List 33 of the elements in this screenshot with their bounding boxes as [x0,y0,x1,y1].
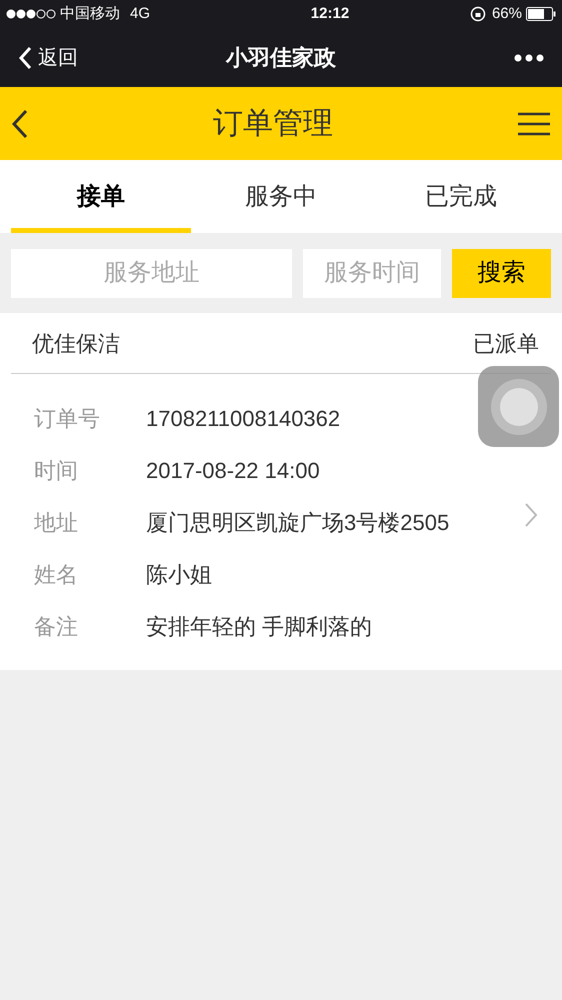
order-card[interactable]: 优佳保洁 已派单 订单号 1708211008140362 时间 2017-08-22 14:00 地址 厦门思明区凯旋广场3号楼2505 姓名 陈小姐 备注 安排年轻的 手脚利落的 [0,313,562,670]
order-status: 已派单 [473,330,539,358]
status-time: 12:12 [310,4,350,24]
back-button[interactable]: 返回 [18,42,118,72]
service-name: 优佳保洁 [32,330,120,358]
chevron-right-icon [524,502,538,528]
order-tab[interactable]: 已完成 [371,160,551,233]
battery-icon [526,7,556,21]
time-field[interactable]: 服务时间 [303,248,441,298]
field-label: 订单号 [34,404,101,432]
field-value: 厦门思明区凯旋广场3号楼2505 [146,508,450,536]
field-label: 备注 [34,612,79,640]
menu-icon[interactable] [518,112,550,136]
field-label: 地址 [34,508,79,536]
search-button[interactable]: 搜索 [452,248,551,298]
page-title: 订单管理 [212,106,334,142]
field-value: 1708211008140362 [146,404,340,432]
app-title: 小羽佳家政 [226,44,336,72]
carrier-name: 中国移动 [60,4,120,24]
order-tab[interactable]: 接单 [11,160,191,233]
network-type: 4G [130,4,150,24]
address-field[interactable]: 服务地址 [11,248,292,298]
rotation-lock-icon [470,6,486,22]
field-label: 时间 [34,456,79,484]
more-icon[interactable] [514,54,544,62]
chevron-left-icon [18,46,32,70]
field-value: 陈小姐 [146,560,212,588]
field-label: 姓名 [34,560,79,588]
order-tab[interactable]: 服务中 [191,160,371,233]
signal-icon [6,9,56,19]
battery-percent: 66% [492,4,522,24]
field-value: 安排年轻的 手脚利落的 [146,612,372,640]
field-value: 2017-08-22 14:00 [146,456,320,484]
